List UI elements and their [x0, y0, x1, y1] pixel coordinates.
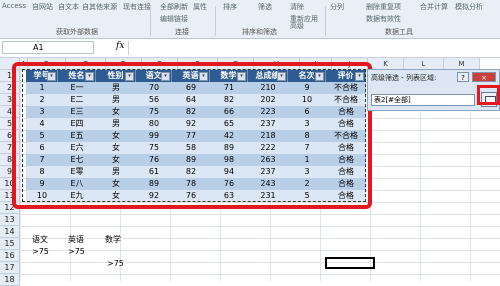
from-access-button[interactable]: Access — [2, 2, 26, 10]
text-to-columns-button[interactable]: 分列 — [330, 2, 344, 12]
row-header[interactable]: 17 — [0, 262, 20, 274]
dialog-title: 高级筛选 - 列表区域: — [371, 74, 437, 82]
help-button[interactable]: ? — [457, 72, 469, 82]
from-web-button[interactable]: 自网站 — [32, 2, 53, 12]
criteria-header-english[interactable]: 英语 — [68, 234, 84, 246]
filter-button[interactable]: 筛选 — [258, 2, 272, 12]
row-header[interactable]: 15 — [0, 238, 20, 250]
button-highlight-box — [477, 85, 500, 105]
remove-duplicates-button[interactable]: 删除重复项 — [366, 2, 401, 12]
from-other-sources-button[interactable]: 自其他来源 — [82, 2, 117, 12]
row-header[interactable]: 18 — [0, 274, 20, 286]
ribbon-separator — [325, 6, 326, 36]
criteria-math-value[interactable]: >75 — [107, 258, 124, 270]
ribbon-separator — [215, 6, 216, 36]
what-if-analysis-button[interactable]: 模拟分析 — [455, 2, 483, 12]
row-header[interactable]: 13 — [0, 214, 20, 226]
table-highlight-box — [12, 62, 372, 209]
formula-bar: A1 fx — [0, 39, 500, 58]
sort-button[interactable]: 排序 — [223, 2, 237, 12]
consolidate-button[interactable]: 合并计算 — [420, 2, 448, 12]
row-header[interactable]: 16 — [0, 250, 20, 262]
data-validation-button[interactable]: 数据有效性 — [366, 14, 401, 24]
refresh-all-button[interactable]: 全部刷新 — [160, 2, 188, 12]
existing-connections-button[interactable]: 现有连接 — [123, 2, 151, 12]
group-connections: 连接 — [175, 28, 189, 36]
name-box[interactable]: A1 — [2, 41, 94, 54]
active-cell-outline[interactable] — [325, 257, 375, 269]
insert-function-icon[interactable]: fx — [116, 41, 124, 51]
criteria-header-chinese[interactable]: 语文 — [32, 234, 48, 246]
criteria-english-value[interactable]: >75 — [68, 246, 85, 258]
criteria-chinese-value[interactable]: >75 — [32, 246, 49, 258]
criteria-header-math[interactable]: 数学 — [105, 234, 121, 246]
properties-button[interactable]: 属性 — [193, 2, 207, 12]
row-header[interactable]: 14 — [0, 226, 20, 238]
ribbon: Access 自网站 自文本 自其他来源 现有连接 全部刷新 属性 排序 筛选 … — [0, 0, 500, 39]
edit-links-button[interactable]: 编辑链接 — [160, 14, 188, 24]
from-text-button[interactable]: 自文本 — [58, 2, 79, 12]
ribbon-command-row: Access 自网站 自文本 自其他来源 现有连接 全部刷新 属性 排序 筛选 … — [0, 0, 500, 14]
close-button[interactable]: × — [472, 72, 496, 82]
formula-bar-divider — [128, 41, 129, 55]
group-sort-filter: 排序和筛选 — [242, 28, 277, 36]
list-range-input[interactable]: 表2[#全部] — [371, 94, 475, 106]
advanced-filter-button[interactable]: 高级 — [290, 21, 304, 31]
clear-button[interactable]: 清除 — [290, 2, 304, 12]
group-get-external-data: 获取外部数据 — [56, 28, 98, 36]
ribbon-separator — [150, 6, 151, 36]
group-data-tools: 数据工具 — [385, 28, 413, 36]
